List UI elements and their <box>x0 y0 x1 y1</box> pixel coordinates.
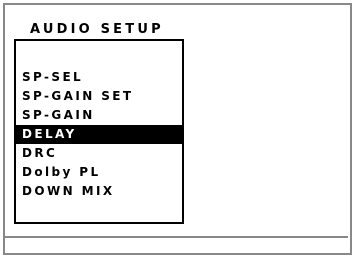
menu-item-delay[interactable]: DELAY <box>16 125 182 144</box>
menu-item-down-mix[interactable]: DOWN MIX <box>16 182 182 201</box>
osd-screen: AUDIO SETUP SP-SEL SP-GAIN SET SP-GAIN D… <box>0 0 356 260</box>
menu-item-sp-sel[interactable]: SP-SEL <box>16 68 182 87</box>
menu-list: SP-SEL SP-GAIN SET SP-GAIN DELAY DRC Dol… <box>16 68 182 201</box>
menu-item-drc[interactable]: DRC <box>16 144 182 163</box>
menu-item-sp-gain-set[interactable]: SP-GAIN SET <box>16 87 182 106</box>
menu-title: AUDIO SETUP <box>30 22 164 37</box>
menu-item-sp-gain[interactable]: SP-GAIN <box>16 106 182 125</box>
menu-item-dolby-pl[interactable]: Dolby PL <box>16 163 182 182</box>
bottom-divider <box>3 236 348 238</box>
audio-setup-menu-panel: SP-SEL SP-GAIN SET SP-GAIN DELAY DRC Dol… <box>14 39 184 224</box>
